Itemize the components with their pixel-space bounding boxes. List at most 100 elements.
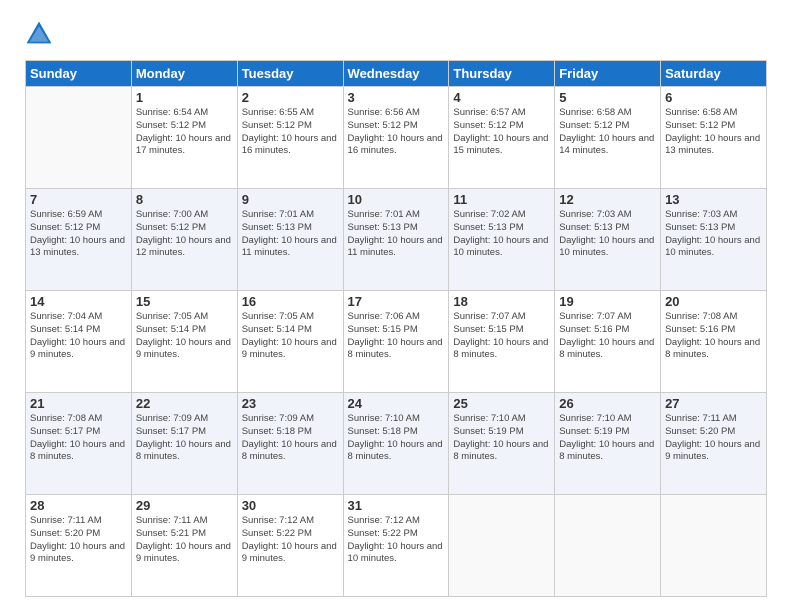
- sunrise-text: Sunrise: 7:05 AM: [136, 311, 233, 324]
- calendar-cell: 23 Sunrise: 7:09 AMSunset: 5:18 PMDayligh…: [237, 393, 343, 495]
- daylight-text: Daylight: 10 hours and 10 minutes.: [559, 235, 656, 261]
- sunrise-text: Sunrise: 7:06 AM: [348, 311, 445, 324]
- calendar-cell: [26, 87, 132, 189]
- day-number: 23: [242, 396, 339, 411]
- calendar-cell: 18 Sunrise: 7:07 AMSunset: 5:15 PMDayligh…: [449, 291, 555, 393]
- calendar-cell: 16Sunrise: 7:05 AMSunset: 5:14 PMDayligh…: [237, 291, 343, 393]
- day-info: Sunrise: 7:11 AMSunset: 5:20 PMDaylight:…: [30, 515, 127, 566]
- day-info: Sunrise: 6:57 AMSunset: 5:12 PMDaylight:…: [453, 107, 550, 158]
- sunrise-text: Sunrise: 7:10 AM: [348, 413, 445, 426]
- day-info: Sunrise: 7:11 AMSunset: 5:21 PMDaylight:…: [136, 515, 233, 566]
- sunset-text: Sunset: 5:12 PM: [30, 222, 127, 235]
- day-info: Sunrise: 6:58 AMSunset: 5:12 PMDaylight:…: [665, 107, 762, 158]
- calendar-cell: 20Sunrise: 7:08 AMSunset: 5:16 PMDayligh…: [661, 291, 767, 393]
- day-info: Sunrise: 7:12 AMSunset: 5:22 PMDaylight:…: [348, 515, 445, 566]
- calendar-week-row: 14Sunrise: 7:04 AMSunset: 5:14 PMDayligh…: [26, 291, 767, 393]
- calendar-week-row: 21Sunrise: 7:08 AMSunset: 5:17 PMDayligh…: [26, 393, 767, 495]
- day-info: Sunrise: 7:00 AMSunset: 5:12 PMDaylight:…: [136, 209, 233, 260]
- calendar-week-row: 1Sunrise: 6:54 AMSunset: 5:12 PMDaylight…: [26, 87, 767, 189]
- calendar-cell: 11Sunrise: 7:02 AMSunset: 5:13 PMDayligh…: [449, 189, 555, 291]
- daylight-text: Daylight: 10 hours and 14 minutes.: [559, 133, 656, 159]
- calendar-cell: 14Sunrise: 7:04 AMSunset: 5:14 PMDayligh…: [26, 291, 132, 393]
- col-header-friday: Friday: [555, 61, 661, 87]
- calendar-cell: 9Sunrise: 7:01 AMSunset: 5:13 PMDaylight…: [237, 189, 343, 291]
- sunrise-text: Sunrise: 6:59 AM: [30, 209, 127, 222]
- calendar-cell: 3Sunrise: 6:56 AMSunset: 5:12 PMDaylight…: [343, 87, 449, 189]
- calendar-cell: 25Sunrise: 7:10 AMSunset: 5:19 PMDayligh…: [449, 393, 555, 495]
- page: SundayMondayTuesdayWednesdayThursdayFrid…: [0, 0, 792, 612]
- sunrise-text: Sunrise: 7:00 AM: [136, 209, 233, 222]
- daylight-text: Daylight: 10 hours and 13 minutes.: [665, 133, 762, 159]
- sunrise-text: Sunrise: 7:03 AM: [559, 209, 656, 222]
- calendar-table: SundayMondayTuesdayWednesdayThursdayFrid…: [25, 60, 767, 597]
- calendar-cell: 22Sunrise: 7:09 AMSunset: 5:17 PMDayligh…: [131, 393, 237, 495]
- sunrise-text: Sunrise: 7:12 AM: [348, 515, 445, 528]
- col-header-saturday: Saturday: [661, 61, 767, 87]
- day-info: Sunrise: 7:10 AMSunset: 5:18 PMDaylight:…: [348, 413, 445, 464]
- sunrise-text: Sunrise: 7:02 AM: [453, 209, 550, 222]
- calendar-week-row: 28Sunrise: 7:11 AMSunset: 5:20 PMDayligh…: [26, 495, 767, 597]
- day-number: 31: [348, 498, 445, 513]
- day-info: Sunrise: 7:05 AMSunset: 5:14 PMDaylight:…: [242, 311, 339, 362]
- sunrise-text: Sunrise: 7:03 AM: [665, 209, 762, 222]
- calendar-cell: 19Sunrise: 7:07 AMSunset: 5:16 PMDayligh…: [555, 291, 661, 393]
- calendar-cell: 31 Sunrise: 7:12 AMSunset: 5:22 PMDayligh…: [343, 495, 449, 597]
- day-number: 13: [665, 192, 762, 207]
- calendar-cell: 17Sunrise: 7:06 AMSunset: 5:15 PMDayligh…: [343, 291, 449, 393]
- daylight-text: Daylight: 10 hours and 8 minutes.: [559, 337, 656, 363]
- sunset-text: Sunset: 5:12 PM: [559, 120, 656, 133]
- sunrise-text: Sunrise: 6:56 AM: [348, 107, 445, 120]
- col-header-sunday: Sunday: [26, 61, 132, 87]
- calendar-cell: 26Sunrise: 7:10 AMSunset: 5:19 PMDayligh…: [555, 393, 661, 495]
- daylight-text: Daylight: 10 hours and 9 minutes.: [30, 337, 127, 363]
- day-info: Sunrise: 7:12 AMSunset: 5:22 PMDaylight:…: [242, 515, 339, 566]
- day-info: Sunrise: 7:02 AMSunset: 5:13 PMDaylight:…: [453, 209, 550, 260]
- sunset-text: Sunset: 5:16 PM: [559, 324, 656, 337]
- calendar-cell: 2Sunrise: 6:55 AMSunset: 5:12 PMDaylight…: [237, 87, 343, 189]
- sunset-text: Sunset: 5:21 PM: [136, 528, 233, 541]
- daylight-text: Daylight: 10 hours and 8 minutes.: [348, 439, 445, 465]
- sunset-text: Sunset: 5:20 PM: [30, 528, 127, 541]
- day-info: Sunrise: 7:07 AMSunset: 5:16 PMDaylight:…: [559, 311, 656, 362]
- day-number: 7: [30, 192, 127, 207]
- sunrise-text: Sunrise: 6:57 AM: [453, 107, 550, 120]
- sunset-text: Sunset: 5:18 PM: [242, 426, 339, 439]
- day-info: Sunrise: 7:09 AMSunset: 5:18 PMDaylight:…: [242, 413, 339, 464]
- day-number: 2: [242, 90, 339, 105]
- day-number: 14: [30, 294, 127, 309]
- sunset-text: Sunset: 5:13 PM: [453, 222, 550, 235]
- day-info: Sunrise: 7:06 AMSunset: 5:15 PMDaylight:…: [348, 311, 445, 362]
- daylight-text: Daylight: 10 hours and 11 minutes.: [242, 235, 339, 261]
- sunrise-text: Sunrise: 7:11 AM: [136, 515, 233, 528]
- daylight-text: Daylight: 10 hours and 10 minutes.: [348, 541, 445, 567]
- day-number: 10: [348, 192, 445, 207]
- col-header-monday: Monday: [131, 61, 237, 87]
- sunrise-text: Sunrise: 6:58 AM: [665, 107, 762, 120]
- day-number: 18: [453, 294, 550, 309]
- day-info: Sunrise: 7:08 AMSunset: 5:16 PMDaylight:…: [665, 311, 762, 362]
- day-number: 4: [453, 90, 550, 105]
- daylight-text: Daylight: 10 hours and 8 minutes.: [136, 439, 233, 465]
- sunset-text: Sunset: 5:15 PM: [453, 324, 550, 337]
- daylight-text: Daylight: 10 hours and 13 minutes.: [30, 235, 127, 261]
- day-number: 6: [665, 90, 762, 105]
- daylight-text: Daylight: 10 hours and 8 minutes.: [665, 337, 762, 363]
- daylight-text: Daylight: 10 hours and 8 minutes.: [559, 439, 656, 465]
- calendar-cell: 8Sunrise: 7:00 AMSunset: 5:12 PMDaylight…: [131, 189, 237, 291]
- sunrise-text: Sunrise: 7:07 AM: [559, 311, 656, 324]
- daylight-text: Daylight: 10 hours and 8 minutes.: [453, 337, 550, 363]
- day-info: Sunrise: 7:11 AMSunset: 5:20 PMDaylight:…: [665, 413, 762, 464]
- daylight-text: Daylight: 10 hours and 9 minutes.: [665, 439, 762, 465]
- day-number: 15: [136, 294, 233, 309]
- calendar-cell: 27Sunrise: 7:11 AMSunset: 5:20 PMDayligh…: [661, 393, 767, 495]
- calendar-cell: 7 Sunrise: 6:59 AMSunset: 5:12 PMDaylight…: [26, 189, 132, 291]
- sunrise-text: Sunrise: 7:09 AM: [242, 413, 339, 426]
- day-info: Sunrise: 7:07 AMSunset: 5:15 PMDaylight:…: [453, 311, 550, 362]
- sunset-text: Sunset: 5:12 PM: [136, 120, 233, 133]
- day-info: Sunrise: 6:58 AMSunset: 5:12 PMDaylight:…: [559, 107, 656, 158]
- sunset-text: Sunset: 5:16 PM: [665, 324, 762, 337]
- sunset-text: Sunset: 5:17 PM: [30, 426, 127, 439]
- sunset-text: Sunset: 5:12 PM: [136, 222, 233, 235]
- day-number: 24: [348, 396, 445, 411]
- sunrise-text: Sunrise: 7:11 AM: [30, 515, 127, 528]
